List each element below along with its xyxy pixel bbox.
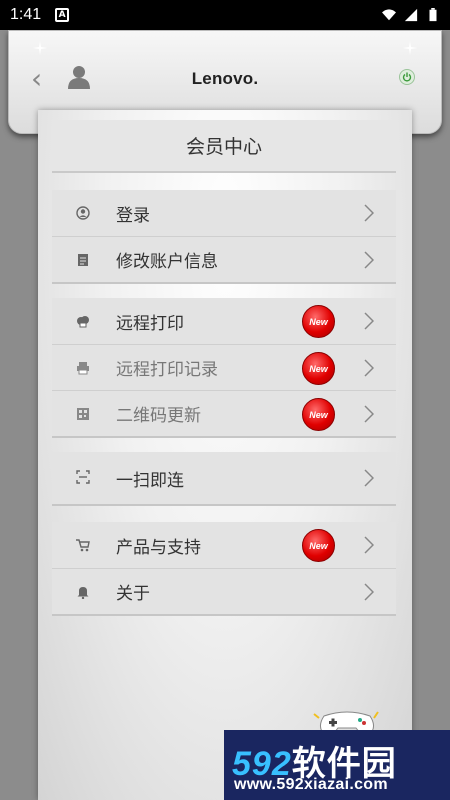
- menu-group-print: 远程打印 New 远程打印记录 New 二维码更新 New: [52, 298, 396, 438]
- menu-group-scan: 一扫即连: [52, 452, 396, 506]
- new-badge: New: [302, 398, 335, 431]
- menu-label: 二维码更新: [116, 406, 201, 426]
- battery-icon: [429, 8, 437, 22]
- scan-icon: [76, 470, 90, 484]
- brand-logo: Lenovo.: [191, 69, 259, 88]
- menu-label: 远程打印记录: [116, 360, 218, 380]
- status-bar: 1:41 A: [0, 0, 450, 30]
- signal-icon: [404, 8, 418, 22]
- watermark-url: www.592xiazai.com: [234, 776, 388, 793]
- menu-label: 一扫即连: [116, 470, 184, 491]
- menu-item-about[interactable]: 关于: [52, 568, 396, 614]
- power-icon[interactable]: [399, 69, 415, 85]
- menu-item-products-support[interactable]: 产品与支持 New: [52, 522, 396, 568]
- new-badge: New: [302, 305, 335, 338]
- cart-icon: [76, 539, 90, 552]
- menu-label: 登录: [116, 205, 150, 226]
- menu-item-edit-account[interactable]: 修改账户信息: [52, 236, 396, 282]
- menu-label: 修改账户信息: [116, 252, 218, 272]
- chevron-right-icon: [364, 583, 374, 601]
- menu-item-remote-print-log[interactable]: 远程打印记录 New: [52, 344, 396, 390]
- menu-item-scan-connect[interactable]: 一扫即连: [52, 452, 396, 504]
- new-badge: New: [302, 529, 335, 562]
- status-time: 1:41: [10, 6, 42, 23]
- menu-label: 产品与支持: [116, 537, 201, 558]
- qr-code-icon: [77, 408, 89, 420]
- watermark-logo: 592软件园 www.592xiazai.com: [224, 730, 450, 800]
- user-circle-icon: [76, 206, 90, 220]
- printer-icon: [77, 362, 89, 375]
- chevron-right-icon: [364, 536, 374, 554]
- chevron-right-icon: [364, 405, 374, 423]
- menu-group-account: 登录 修改账户信息: [52, 190, 396, 284]
- chevron-right-icon: [364, 251, 374, 269]
- chevron-right-icon: [364, 469, 374, 487]
- menu-item-qr-update[interactable]: 二维码更新 New: [52, 390, 396, 436]
- new-badge: New: [302, 352, 335, 385]
- bell-icon: [77, 587, 89, 599]
- menu-label: 关于: [116, 584, 150, 604]
- edit-doc-icon: [78, 254, 88, 266]
- sparkle-icon: [33, 41, 47, 55]
- cloud-print-icon: [77, 316, 89, 328]
- chevron-right-icon: [364, 204, 374, 222]
- menu-group-support: 产品与支持 New 关于: [52, 522, 396, 616]
- notification-a-icon: A: [55, 8, 70, 22]
- menu-item-remote-print[interactable]: 远程打印 New: [52, 298, 396, 344]
- menu-label: 远程打印: [116, 313, 184, 334]
- chevron-right-icon: [364, 359, 374, 377]
- wifi-icon: [382, 9, 396, 21]
- menu-item-login[interactable]: 登录: [52, 190, 396, 236]
- page-title: 会员中心: [52, 120, 396, 173]
- sparkle-icon: [403, 41, 417, 55]
- chevron-right-icon: [364, 312, 374, 330]
